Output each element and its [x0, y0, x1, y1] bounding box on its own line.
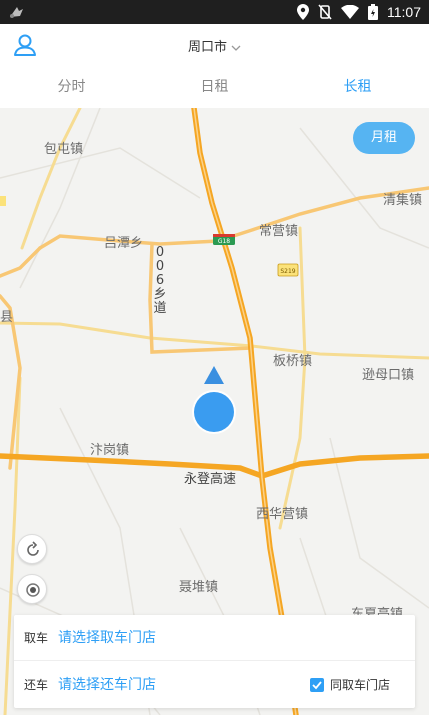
- map-label-fugang: 汴岗镇: [90, 443, 130, 458]
- map-label-lvtan: 吕潭乡: [104, 236, 144, 251]
- pickup-store-selector[interactable]: 请选择取车门店: [58, 627, 156, 647]
- wifi-icon: [341, 5, 359, 19]
- highway-shield: G18: [213, 234, 235, 245]
- map-label-dumukou: 逊母口镇: [362, 368, 415, 383]
- tab-daily[interactable]: 日租: [143, 66, 286, 108]
- edge-shield: [0, 196, 6, 206]
- refresh-button[interactable]: [17, 534, 47, 564]
- rental-type-tabs: 分时 日租 长租: [0, 66, 429, 108]
- shield-s-text: S219: [280, 268, 295, 275]
- map-label-banqiao: 板桥镇: [273, 354, 313, 369]
- monthly-rent-button[interactable]: 月租: [353, 122, 415, 154]
- tab-hourly[interactable]: 分时: [0, 66, 143, 108]
- map-label-niedui: 聂堆镇: [179, 580, 219, 595]
- dropoff-store-selector[interactable]: 请选择还车门店: [58, 674, 156, 694]
- city-name: 周口市: [187, 40, 227, 55]
- vibrate-off-icon: [318, 4, 332, 20]
- same-store-checkbox[interactable]: [309, 677, 324, 692]
- pickup-label: 取车: [24, 631, 49, 645]
- map-label-baotun: 包屯镇: [44, 142, 84, 157]
- same-store-label: 同取车门店: [329, 678, 390, 692]
- map-label-changying: 常营镇: [259, 224, 299, 239]
- shield-g-text: G18: [218, 238, 230, 245]
- map-label-xihuaying: 西华营镇: [256, 507, 309, 522]
- road-shield: S219: [277, 263, 299, 277]
- status-bar: 11:07: [0, 0, 429, 24]
- dropoff-row[interactable]: 还车 请选择还车门店 同取车门店: [14, 662, 415, 708]
- notification-icon: [10, 7, 23, 18]
- locate-button[interactable]: [17, 574, 47, 604]
- map-label-county: 县: [0, 310, 14, 325]
- road-label-006: 0 0 6 乡 道: [153, 245, 167, 316]
- pickup-row[interactable]: 取车 请选择取车门店: [14, 615, 415, 661]
- chevron-down-icon: [231, 45, 241, 51]
- clock: 11:07: [387, 4, 421, 20]
- check-icon: [312, 680, 322, 689]
- current-location-marker: [192, 366, 236, 434]
- store-selection-panel: 取车 请选择取车门店 还车 请选择还车门店 同取车门店: [14, 615, 415, 708]
- tab-long-term[interactable]: 长租: [286, 66, 429, 108]
- dropoff-label: 还车: [24, 678, 49, 692]
- battery-icon: [368, 4, 378, 20]
- same-store-toggle[interactable]: 同取车门店: [309, 676, 390, 693]
- map-label-yongdeng: 永登高速: [184, 472, 237, 487]
- location-icon: [297, 4, 309, 20]
- refresh-icon: [27, 541, 39, 556]
- map-label-qingji: 清集镇: [383, 193, 423, 208]
- header-bar: 周口市: [0, 24, 429, 66]
- locate-icon: [26, 583, 40, 597]
- city-selector[interactable]: 周口市: [0, 36, 429, 55]
